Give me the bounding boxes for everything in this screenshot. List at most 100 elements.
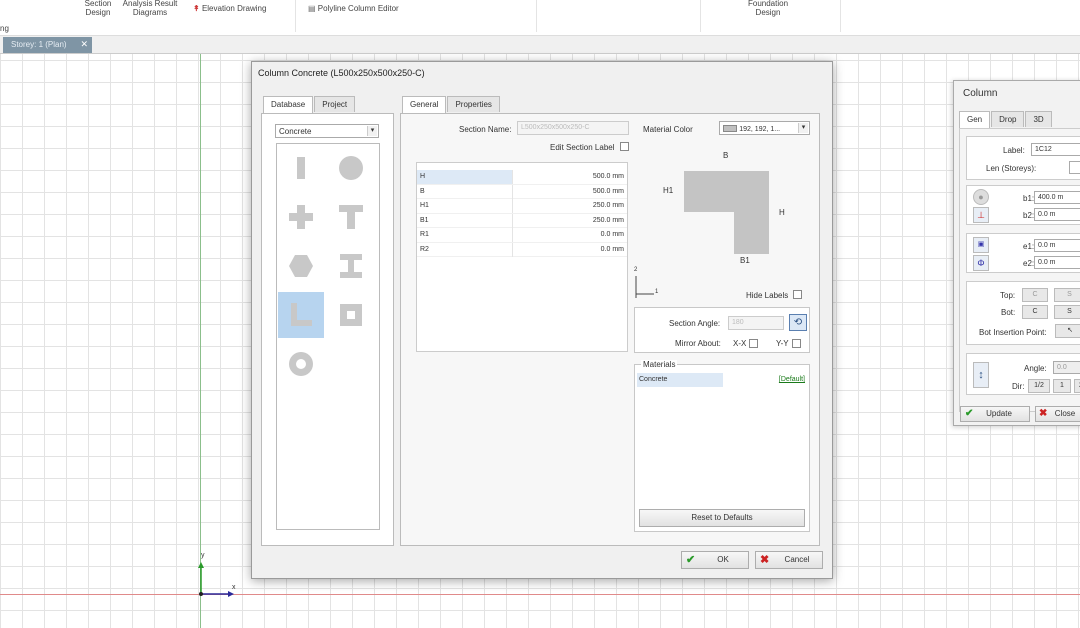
b2-label: b2: (1023, 211, 1035, 220)
label-field-label: Label: (1003, 146, 1025, 155)
table-row[interactable]: B 500.0 mm (417, 184, 627, 199)
mirror-y-label: Y-Y (776, 339, 789, 348)
analysis-result-diagrams-button[interactable]: Analysis Result Diagrams (118, 0, 182, 17)
shape-hexagon-icon[interactable] (278, 243, 324, 289)
tab-project[interactable]: Project (314, 96, 356, 112)
eccentricity-icon[interactable]: ▣ (973, 237, 989, 253)
top-s-button[interactable]: S (1054, 288, 1080, 302)
shape-t-section-icon[interactable] (328, 194, 374, 240)
hide-labels-checkbox[interactable] (793, 290, 802, 299)
x-axis-label: x (232, 584, 236, 591)
close-button[interactable]: ✖ Close (1035, 406, 1080, 422)
table-row[interactable]: H 500.0 mm (417, 170, 627, 185)
table-row[interactable]: H1 250.0 mm (417, 199, 627, 214)
preview-label-b: B (723, 151, 729, 160)
section-name-input[interactable]: L500x250x500x250-C (517, 121, 629, 135)
bot-s-button[interactable]: S (1054, 305, 1080, 319)
tab-gen[interactable]: Gen (959, 111, 991, 128)
rotate-icon[interactable]: ⟲ (789, 314, 807, 331)
material-row-name: Concrete (637, 373, 723, 387)
shape-circle-icon[interactable] (328, 145, 374, 191)
elevation-drawing-button[interactable]: ↟ Elevation Drawing (193, 4, 283, 13)
tab-database[interactable]: Database (263, 96, 314, 113)
ribbon-separator (536, 0, 537, 32)
circle-section-icon[interactable]: ● (973, 189, 989, 205)
polyline-editor-icon: ▤ (308, 4, 316, 13)
document-tab-bar: Storey: 1 (Plan) ✕ (0, 36, 1080, 54)
diameter-icon[interactable]: Φ (973, 255, 989, 271)
color-swatch (723, 125, 737, 133)
material-list-row[interactable]: Concrete [Default] (637, 373, 807, 387)
edit-section-label-text: Edit Section Label (550, 143, 615, 152)
panel-title: Column (963, 88, 998, 99)
ribbon-separator (840, 0, 841, 32)
eccentricity-group: ▣ Φ e1: 0.0 m e2: 0.0 m (966, 233, 1080, 273)
section-design-button[interactable]: Section Design (82, 0, 114, 17)
e2-label: e2: (1023, 259, 1035, 268)
update-button[interactable]: ✔ Update (960, 406, 1030, 422)
ribbon-separator (295, 0, 296, 32)
section-angle-group: Section Angle: 180 ⟲ Mirror About: X-X Y… (634, 307, 810, 353)
mirror-about-label: Mirror About: (675, 339, 721, 348)
preview-axis-2: 2 (634, 267, 638, 273)
e2-input[interactable]: 0.0 m (1034, 256, 1080, 269)
table-row[interactable]: B1 250.0 mm (417, 213, 627, 228)
column-properties-panel: Column Gen Drop 3D Label: 1C12 Len (Stor… (953, 80, 1080, 426)
insertion-point-cursor-icon[interactable]: ↖ (1055, 324, 1080, 338)
elevation-drawing-icon: ↟ (193, 4, 200, 13)
ribbon-toolbar: Section Design Analysis Result Diagrams … (0, 0, 1080, 36)
top-bottom-group: Top: C S Bot: C S Bot Insertion Point: ↖ (966, 281, 1080, 345)
tab-drop[interactable]: Drop (991, 111, 1025, 127)
reset-to-defaults-button[interactable]: Reset to Defaults (639, 509, 805, 527)
top-c-button[interactable]: C (1022, 288, 1048, 302)
tab-properties[interactable]: Properties (447, 96, 500, 112)
label-input[interactable]: 1C12 (1031, 143, 1080, 156)
chevron-down-icon: ▾ (798, 123, 808, 133)
mirror-y-checkbox[interactable] (792, 339, 801, 348)
bot-c-button[interactable]: C (1022, 305, 1048, 319)
section-angle-label: Section Angle: (669, 319, 721, 328)
shape-rectangle-icon[interactable] (278, 145, 324, 191)
vertical-direction-icon[interactable]: ↕ (973, 362, 989, 388)
shape-cross-icon[interactable] (278, 194, 324, 240)
angle-direction-group: ↕ Angle: 0.0 Dir: 1/2 1 2 (966, 353, 1080, 395)
table-row[interactable]: R1 0.0 mm (417, 228, 627, 243)
material-select[interactable]: Concrete ▾ (275, 124, 379, 138)
dir-two-button[interactable]: 2 (1074, 379, 1080, 393)
material-color-label: Material Color (643, 125, 693, 134)
dimension-icon[interactable]: ⊥ (973, 207, 989, 223)
b2-input[interactable]: 0.0 m (1034, 208, 1080, 221)
ok-button[interactable]: ✔ OK (681, 551, 749, 569)
shape-l-section-icon[interactable] (278, 292, 324, 338)
grid-axis-horizontal (0, 594, 1080, 595)
materials-group: Materials Concrete [Default] Reset to De… (634, 360, 810, 532)
polyline-column-editor-button[interactable]: ▤ Polyline Column Editor (308, 4, 423, 13)
foundation-design-button[interactable]: Foundation Design (742, 0, 794, 17)
shape-hollow-square-icon[interactable] (328, 292, 374, 338)
edit-section-label-checkbox[interactable] (620, 142, 629, 151)
e1-input[interactable]: 0.0 m (1034, 239, 1080, 252)
mirror-x-checkbox[interactable] (749, 339, 758, 348)
section-shape-list (276, 143, 380, 530)
table-row[interactable]: R2 0.0 mm (417, 242, 627, 257)
len-storeys-input[interactable] (1069, 161, 1080, 174)
material-color-select[interactable]: 192, 192, 1... ▾ (719, 121, 810, 135)
tab-3d[interactable]: 3D (1025, 111, 1052, 127)
ribbon-separator (700, 0, 701, 32)
section-preview: B H1 H B1 2 1 (634, 140, 810, 305)
mirror-x-label: X-X (733, 339, 747, 348)
tab-general[interactable]: General (402, 96, 447, 113)
b1-input[interactable]: 400.0 m (1034, 191, 1080, 204)
section-parameter-table: H 500.0 mm B 500.0 mm H1 250.0 mm B1 250.0 m… (416, 162, 628, 352)
close-tab-icon[interactable]: ✕ (80, 39, 88, 50)
dimension-group: ● ⊥ b1: 400.0 m b2: 0.0 m (966, 185, 1080, 225)
angle-input[interactable]: 0.0 (1053, 361, 1080, 374)
section-angle-input[interactable]: 180 (728, 316, 784, 330)
dir-one-button[interactable]: 1 (1053, 379, 1071, 393)
storey-plan-tab[interactable]: Storey: 1 (Plan) ✕ (3, 37, 92, 53)
shape-hollow-circle-icon[interactable] (278, 341, 324, 387)
material-default-link[interactable]: [Default] (779, 376, 805, 383)
dir-half-button[interactable]: 1/2 (1028, 379, 1050, 393)
shape-i-section-icon[interactable] (328, 243, 374, 289)
cancel-button[interactable]: ✖ Cancel (755, 551, 823, 569)
